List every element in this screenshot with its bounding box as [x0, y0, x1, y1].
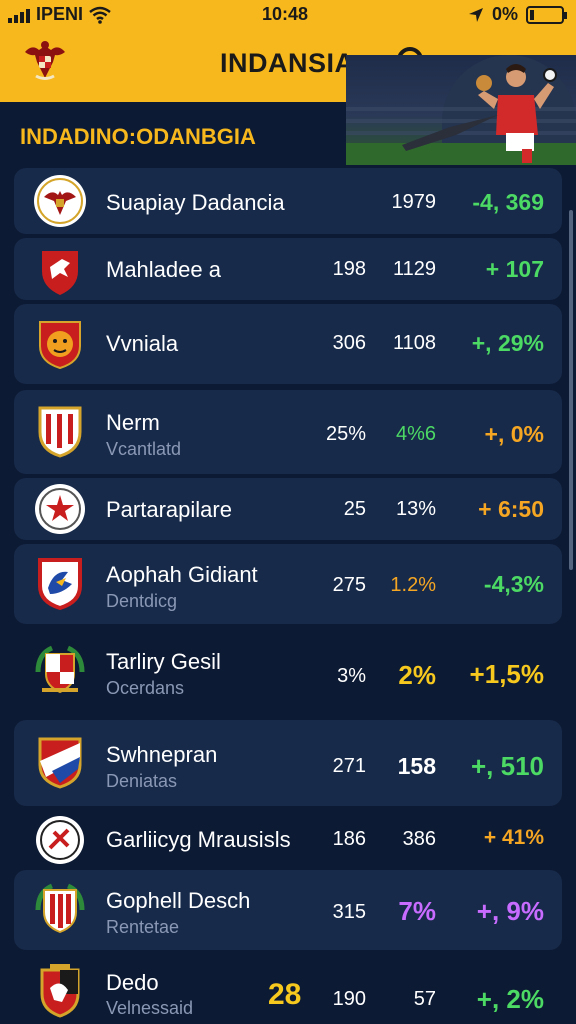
- table-row[interactable]: Aophah Gidiant Dentdicg 275 1.2% -4,3%: [14, 544, 562, 624]
- app-title: INDANSIA: [220, 48, 355, 78]
- stat-col-1: 198: [332, 258, 366, 280]
- battery-label: 0%: [491, 4, 518, 24]
- stat-change: -4,3%: [483, 571, 544, 597]
- tiger-crest-icon: [39, 321, 81, 370]
- scrollbar[interactable]: [569, 210, 573, 570]
- wreath-crest-icon: [35, 645, 85, 694]
- wifi-icon: [89, 6, 111, 24]
- stat-change: +, 2%: [476, 984, 544, 1014]
- stat-change: +, 9%: [476, 896, 544, 926]
- stat-col-2: 386: [402, 828, 436, 850]
- stat-change: + 107: [485, 256, 544, 282]
- star-round-crest-icon: [35, 484, 85, 534]
- status-right: 0%: [468, 4, 567, 25]
- stat-col-2: 1.2%: [390, 574, 436, 596]
- club-name: Nerm: [106, 410, 160, 435]
- clock: 10:48: [262, 4, 309, 24]
- signal-icon: [8, 7, 30, 23]
- stat-col-2: 1129: [392, 258, 436, 280]
- club-name: Mahladee a: [106, 257, 221, 282]
- stat-change: + 41%: [483, 826, 544, 849]
- stat-col-1: 25%: [325, 423, 366, 445]
- stat-change: + 6:50: [478, 496, 544, 522]
- club-name: Gophell Desch: [106, 888, 251, 913]
- club-subtitle: Ocerdans: [106, 678, 185, 698]
- club-name: Garliicyg Mrausisls: [106, 827, 291, 852]
- stat-col-1: 3%: [337, 665, 366, 687]
- table-row[interactable]: Vvniala 306 1108 +, 29%: [14, 304, 562, 384]
- carrier-label: IPENI: [36, 4, 84, 24]
- table-row[interactable]: Mahladee a 198 1129 + 107: [14, 238, 562, 300]
- club-name: Aophah Gidiant: [106, 562, 258, 587]
- club-subtitle: Dentdicg: [106, 591, 178, 611]
- table-row[interactable]: Partarapilare 25 13% + 6:50: [14, 478, 562, 540]
- section-label: INDADINO:ODANBGIA: [20, 124, 256, 149]
- garuda-crest-icon: [34, 175, 86, 227]
- player-figure: [346, 64, 576, 165]
- location-arrow-icon: [468, 7, 483, 22]
- table-row[interactable]: Tarliry Gesil Ocerdans 3% 2% +1,5%: [14, 632, 562, 712]
- club-name: Suapiay Dadancia: [106, 190, 285, 215]
- table-row[interactable]: Nerm Vcantlatd 25% 4%6 +, 0%: [14, 390, 562, 474]
- club-name: Dedo: [106, 970, 159, 995]
- table-row[interactable]: Swhnepran Deniatas 271 158 +, 510: [14, 720, 562, 806]
- stat-col-2: 158: [397, 753, 436, 779]
- club-subtitle: Rentetae: [106, 917, 180, 937]
- stat-change: +, 510: [470, 751, 544, 781]
- stat-col-1: 25: [343, 498, 366, 520]
- stat-change: -4, 369: [472, 189, 544, 215]
- stat-col-2: 57: [413, 988, 436, 1010]
- table-row[interactable]: Garliicyg Mrausisls 186 386 + 41%: [14, 810, 562, 868]
- stat-col-2: 1979: [391, 191, 437, 213]
- stat-col-1: 271: [332, 755, 366, 777]
- battery-icon: [526, 5, 567, 24]
- diagonal-shield-crest-icon: [38, 737, 82, 789]
- stat-col-1: 186: [332, 828, 366, 850]
- club-subtitle: Vcantlatd: [106, 439, 182, 459]
- stat-col-1: 315: [332, 901, 366, 923]
- stat-change: +, 0%: [484, 421, 544, 447]
- stat-col-2: 7%: [398, 896, 436, 926]
- stat-col-1: 275: [332, 574, 366, 596]
- stat-change: +, 29%: [471, 330, 544, 356]
- striped-shield-crest-icon: [38, 406, 82, 458]
- club-name: Partarapilare: [106, 497, 232, 522]
- red-shield-crest-icon: [42, 251, 78, 295]
- club-name: Vvniala: [106, 331, 179, 356]
- table-row[interactable]: Suapiay Dadancia 1979 -4, 369: [14, 168, 562, 234]
- stat-change: +1,5%: [469, 659, 544, 689]
- status-left: IPENI: [8, 4, 111, 25]
- player-photo: [346, 55, 576, 165]
- table-row[interactable]: Gophell Desch Rentetae 315 7% +, 9%: [14, 870, 562, 950]
- club-name: Tarliry Gesil: [106, 649, 221, 674]
- club-subtitle: Velnessaid: [106, 998, 194, 1018]
- garuda-emblem-icon[interactable]: [22, 38, 68, 84]
- stat-col-2: 13%: [395, 498, 436, 520]
- club-subtitle: Deniatas: [106, 771, 178, 791]
- round-badge-crest-icon: [36, 816, 84, 864]
- eagle-shield-crest-icon: [38, 558, 82, 610]
- table-row[interactable]: Dedo Velnessaid 28 190 57 +, 2%: [14, 956, 562, 1024]
- stat-col-2: 4%6: [395, 423, 436, 445]
- lion-shield-crest-icon: [40, 964, 80, 1018]
- club-name: Swhnepran: [106, 742, 218, 767]
- stat-col-2: 1108: [392, 332, 436, 354]
- stat-col-1: 190: [332, 988, 366, 1010]
- stat-col-1: 306: [332, 332, 366, 354]
- stat-col-2: 2%: [398, 660, 436, 690]
- status-bar: IPENI 10:48 0%: [0, 0, 576, 30]
- stat-col-0: 28: [268, 978, 302, 1011]
- green-shield-crest-icon: [35, 883, 85, 934]
